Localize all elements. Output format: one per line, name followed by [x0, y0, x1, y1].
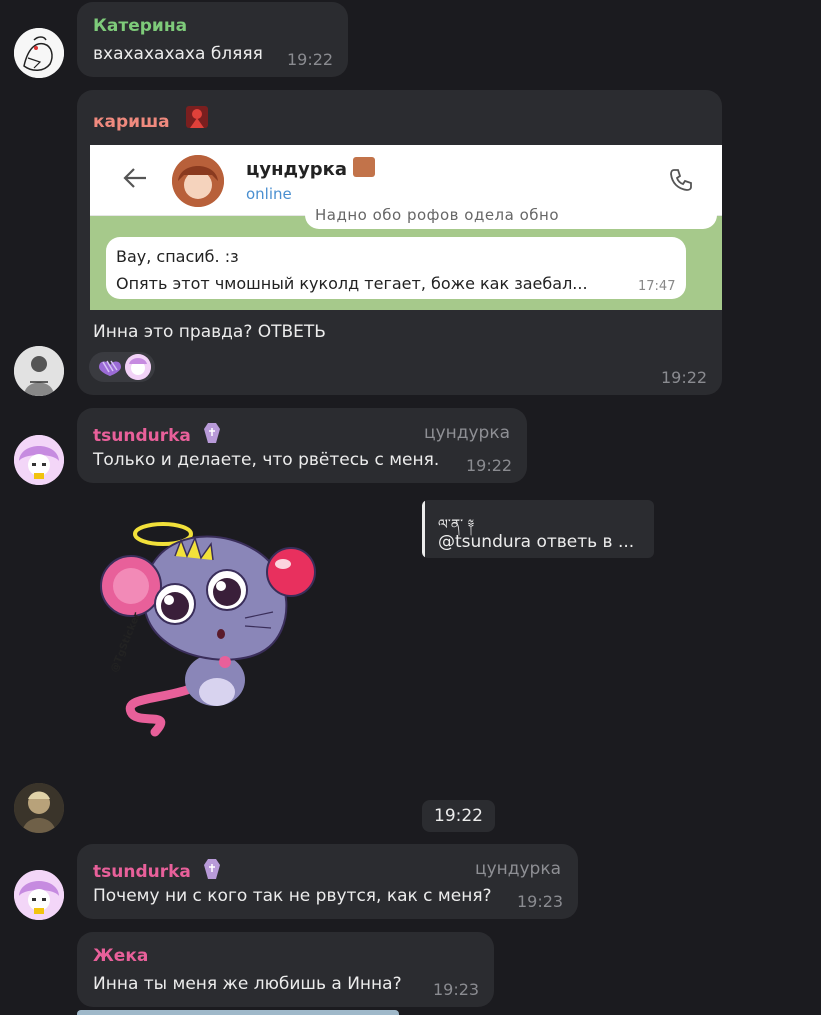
message-time: 19:22 [661, 368, 708, 387]
phone-icon [668, 167, 694, 197]
message-bubble[interactable]: Жека Инна ты меня же любишь а Инна? 19:2… [77, 932, 494, 1007]
custom-emoji-icon [182, 104, 212, 135]
purple-heart-icon [97, 358, 123, 380]
quote-line-2: Опять этот чмошный куколд тегает, боже к… [116, 274, 588, 293]
embedded-screenshot[interactable]: цундурка online Надно обо рофов одела об… [90, 145, 722, 310]
reply-quote-card[interactable]: ལ་ན་ ༈ @tsundura ответь в ... [422, 500, 654, 558]
quote-line-1: Вау, спасиб. :з [116, 247, 239, 266]
message-text: Только и делаете, что рвётесь с меня. [93, 450, 440, 470]
embedded-partial-bubble: Надно обо рофов одела обно [305, 197, 717, 229]
sticker[interactable]: @TgSticker [95, 500, 325, 745]
sender-name[interactable]: tsundurka [93, 858, 221, 885]
avatar-tsundurka[interactable] [14, 435, 64, 485]
contact-name: цундурка [246, 157, 376, 180]
message-text: вхахахахаха бляяя [93, 44, 263, 64]
reactions[interactable] [89, 352, 155, 382]
sender-name-text: кариша [93, 112, 170, 132]
sender-name[interactable]: tsundurka [93, 422, 221, 449]
message-time: 19:22 [287, 50, 334, 69]
sender-name[interactable]: кариша [93, 104, 212, 135]
member-role: цундурка [475, 859, 562, 879]
contact-status: online [246, 185, 292, 203]
member-role: цундурка [424, 423, 511, 443]
contact-avatar [172, 155, 224, 207]
embedded-quote-bubble: Вау, спасиб. :з Опять этот чмошный кукол… [106, 237, 686, 299]
sender-name-text: tsundurka [93, 862, 191, 882]
sender-name-text: tsundurka [93, 426, 191, 446]
avatar-sticker-sender[interactable] [14, 783, 64, 833]
message-text: Инна это правда? ОТВЕТЬ [93, 322, 326, 342]
sender-name[interactable]: Катерина [93, 16, 187, 36]
avatar-karisha[interactable] [14, 346, 64, 396]
coffin-icon [203, 858, 221, 885]
message-text: Инна ты меня же любишь а Инна? [93, 974, 402, 994]
reply-text: @tsundura ответь в ... [438, 532, 635, 552]
back-arrow-icon [122, 167, 148, 193]
message-time: 19:23 [433, 980, 480, 999]
contact-name-text: цундурка [246, 159, 348, 180]
message-bubble[interactable]: tsundurka цундурка Почему ни с кого так … [77, 844, 578, 919]
custom-emoji-icon [353, 157, 376, 177]
message-text: Почему ни с кого так не рвутся, как с ме… [93, 886, 492, 906]
message-bubble[interactable]: Катерина вхахахахаха бляяя 19:22 [77, 2, 348, 77]
partial-line-text: Надно обо рофов одела обно [315, 206, 560, 224]
message-time: 19:23 [517, 892, 564, 911]
reaction-user-avatar [125, 354, 151, 380]
avatar-katerina[interactable] [14, 28, 64, 78]
message-time: 19:22 [466, 456, 513, 475]
coffin-icon [203, 422, 221, 449]
quote-time: 17:47 [638, 279, 676, 294]
avatar-tsundurka[interactable] [14, 870, 64, 920]
next-message-preview [77, 1010, 399, 1015]
sticker-time: 19:22 [422, 800, 495, 832]
reply-bar [422, 500, 425, 558]
sender-name[interactable]: Жека [93, 946, 148, 966]
message-bubble[interactable]: tsundurka цундурка Только и делаете, что… [77, 408, 527, 483]
